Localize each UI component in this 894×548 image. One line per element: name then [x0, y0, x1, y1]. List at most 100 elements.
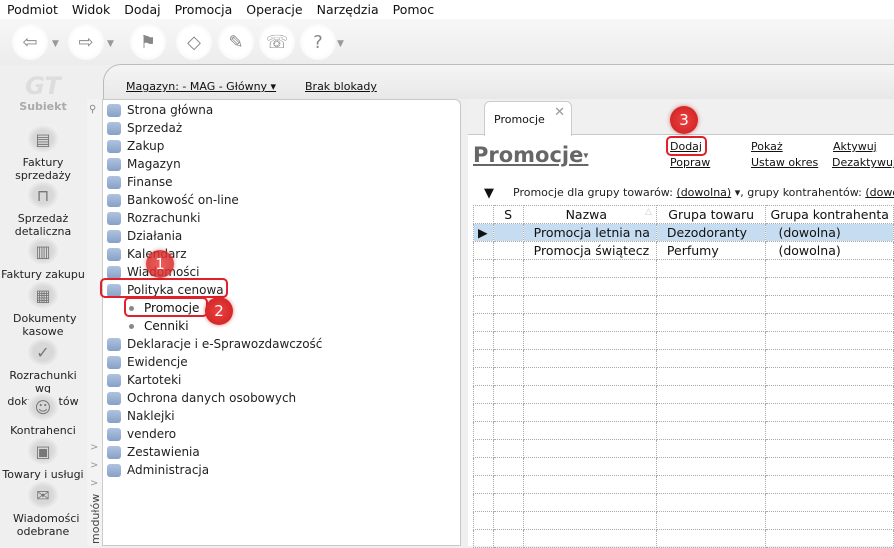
- page-title-dropdown[interactable]: Promocje▾: [473, 143, 588, 167]
- empty-cell: [765, 529, 894, 548]
- chevron-down-icon[interactable]: ▼: [337, 39, 344, 49]
- empty-cell: [655, 349, 767, 368]
- tree-item[interactable]: Zestawienia: [107, 443, 200, 461]
- tree-item[interactable]: Administracja: [107, 461, 209, 479]
- chevron-right-icon[interactable]: >: [90, 478, 98, 489]
- broom-icon[interactable]: ✎: [218, 24, 254, 60]
- table-row[interactable]: ▶ Promocja letnia na Dezodoranty (dowoln…: [473, 223, 894, 242]
- tree-item[interactable]: Ewidencje: [107, 353, 188, 371]
- dezaktywuj-button[interactable]: Dezaktywuj: [832, 156, 894, 169]
- document-icon[interactable]: ◇: [176, 24, 212, 60]
- module-icon: [107, 409, 121, 423]
- tree-item[interactable]: Rozrachunki: [107, 209, 200, 227]
- empty-row: [473, 475, 894, 494]
- blokada-link[interactable]: Brak blokady: [305, 80, 377, 93]
- tree-item-label: Deklaracje i e-Sprawozdawczość: [127, 337, 323, 351]
- tree-item[interactable]: Kartoteki: [107, 371, 181, 389]
- module-icon: [107, 337, 121, 351]
- chevron-down-icon[interactable]: ▼: [52, 39, 59, 49]
- empty-cell: [655, 403, 767, 422]
- sidebar-item-dokumenty-kasowe[interactable]: ▦ Dokumenty kasowe: [0, 280, 86, 338]
- filter-kontrahenci-dropdown[interactable]: (dowolna): [865, 186, 894, 199]
- tree-item[interactable]: Naklejki: [107, 407, 175, 425]
- sidebar-item-sprzedaz-detaliczna[interactable]: ⊓ Sprzedaż detaliczna: [0, 180, 86, 238]
- tree-item[interactable]: Bankowość on-line: [107, 191, 239, 209]
- empty-cell: [473, 493, 494, 512]
- pokaz-button[interactable]: Pokaż: [751, 140, 783, 153]
- empty-row: [473, 313, 894, 332]
- sidebar-item-faktury-zakupu[interactable]: ▥ Faktury zakupu: [0, 236, 86, 281]
- empty-row: [473, 493, 894, 512]
- magazyn-selector[interactable]: Magazyn: - MAG - Główny ▾: [126, 80, 276, 93]
- menu-promocja[interactable]: Promocja: [168, 0, 240, 19]
- support-icon[interactable]: ☏: [259, 24, 295, 60]
- tree-item[interactable]: Ochrona danych osobowych: [107, 389, 296, 407]
- module-icon: [107, 427, 121, 441]
- empty-cell: [473, 367, 494, 386]
- table-row[interactable]: Promocja świątecz Perfumy (dowolna): [473, 241, 894, 260]
- chevron-down-icon[interactable]: ▼: [107, 39, 114, 49]
- column-header-s[interactable]: S: [492, 205, 524, 224]
- help-icon[interactable]: ?: [300, 24, 336, 60]
- collapse-arrow-icon[interactable]: ▼: [484, 186, 494, 201]
- column-header-grupa-towaru[interactable]: Grupa towaru: [655, 205, 767, 224]
- tree-subitem[interactable]: Cenniki: [129, 317, 189, 335]
- chevron-down-icon: ▾: [583, 150, 589, 162]
- flag-icon[interactable]: ⚑: [130, 24, 166, 60]
- sidebar-item-wiadomosci[interactable]: ✉ Wiadomości odebrane: [0, 480, 86, 538]
- forward-arrow-icon[interactable]: ⇨: [68, 24, 104, 60]
- modules-strip[interactable]: > > > modułów: [87, 99, 103, 546]
- empty-cell: [473, 403, 494, 422]
- tree-item-label: Finanse: [127, 175, 173, 189]
- filter-towary-dropdown[interactable]: (dowolna): [676, 186, 731, 199]
- column-header-nazwa[interactable]: Nazwa △: [522, 205, 657, 224]
- empty-cell: [473, 529, 494, 548]
- sidebar-item-kontrahenci[interactable]: ☺ Kontrahenci: [0, 392, 86, 437]
- highlight-dodaj: [666, 136, 707, 156]
- tree-item[interactable]: Strona główna: [107, 101, 213, 119]
- menu-widok[interactable]: Widok: [65, 0, 117, 19]
- aktywuj-button[interactable]: Aktywuj: [833, 140, 877, 153]
- sidebar-item-towary[interactable]: ▣ Towary i usługi: [0, 436, 86, 481]
- sidebar-label: Faktury sprzedaży: [15, 156, 71, 182]
- column-header-grupa-kontrahenta[interactable]: Grupa kontrahenta: [765, 205, 894, 224]
- empty-cell: [522, 331, 657, 350]
- empty-row: [473, 259, 894, 278]
- menu-operacje[interactable]: Operacje: [239, 0, 309, 19]
- empty-cell: [473, 421, 494, 440]
- cash-register-icon: ▦: [26, 280, 60, 310]
- back-arrow-icon[interactable]: ⇦: [12, 24, 48, 60]
- bullet-icon: [129, 323, 134, 329]
- tree-item-label: Strona główna: [127, 103, 214, 117]
- tree-item-label: Naklejki: [127, 409, 175, 423]
- empty-row: [473, 403, 894, 422]
- tree-item[interactable]: Sprzedaż: [107, 119, 182, 137]
- pin-icon[interactable]: ⚲: [89, 104, 96, 115]
- ustaw-okres-button[interactable]: Ustaw okres: [751, 156, 818, 169]
- step-badge-1: 1: [146, 250, 174, 278]
- tree-item[interactable]: Działania: [107, 227, 182, 245]
- tree-item[interactable]: vendero: [107, 425, 176, 443]
- menu-narzedzia[interactable]: Narzędzia: [310, 0, 386, 19]
- close-icon[interactable]: ✕: [554, 105, 565, 120]
- empty-cell: [473, 511, 494, 530]
- tab-promocje[interactable]: Promocje ✕: [484, 101, 572, 136]
- module-icon: [107, 247, 121, 261]
- tree-item[interactable]: Finanse: [107, 173, 173, 191]
- menu-pomoc[interactable]: Pomoc: [386, 0, 441, 19]
- empty-row: [473, 457, 894, 476]
- tree-item[interactable]: Magazyn: [107, 155, 181, 173]
- tree-item[interactable]: Zakup: [107, 137, 164, 155]
- chevron-right-icon[interactable]: >: [90, 442, 98, 453]
- empty-cell: [522, 277, 657, 296]
- cell-grupa-towaru: Dezodoranty: [655, 223, 767, 242]
- empty-cell: [473, 475, 494, 494]
- chevron-right-icon[interactable]: >: [90, 460, 98, 471]
- tree-item[interactable]: Deklaracje i e-Sprawozdawczość: [107, 335, 322, 353]
- empty-cell: [492, 313, 524, 332]
- modules-label: modułów: [89, 493, 102, 544]
- menu-podmiot[interactable]: Podmiot: [0, 0, 65, 19]
- popraw-button[interactable]: Popraw: [670, 156, 710, 169]
- sidebar-item-faktury-sprzedazy[interactable]: ▤ Faktury sprzedaży: [0, 124, 86, 182]
- menu-dodaj[interactable]: Dodaj: [117, 0, 167, 19]
